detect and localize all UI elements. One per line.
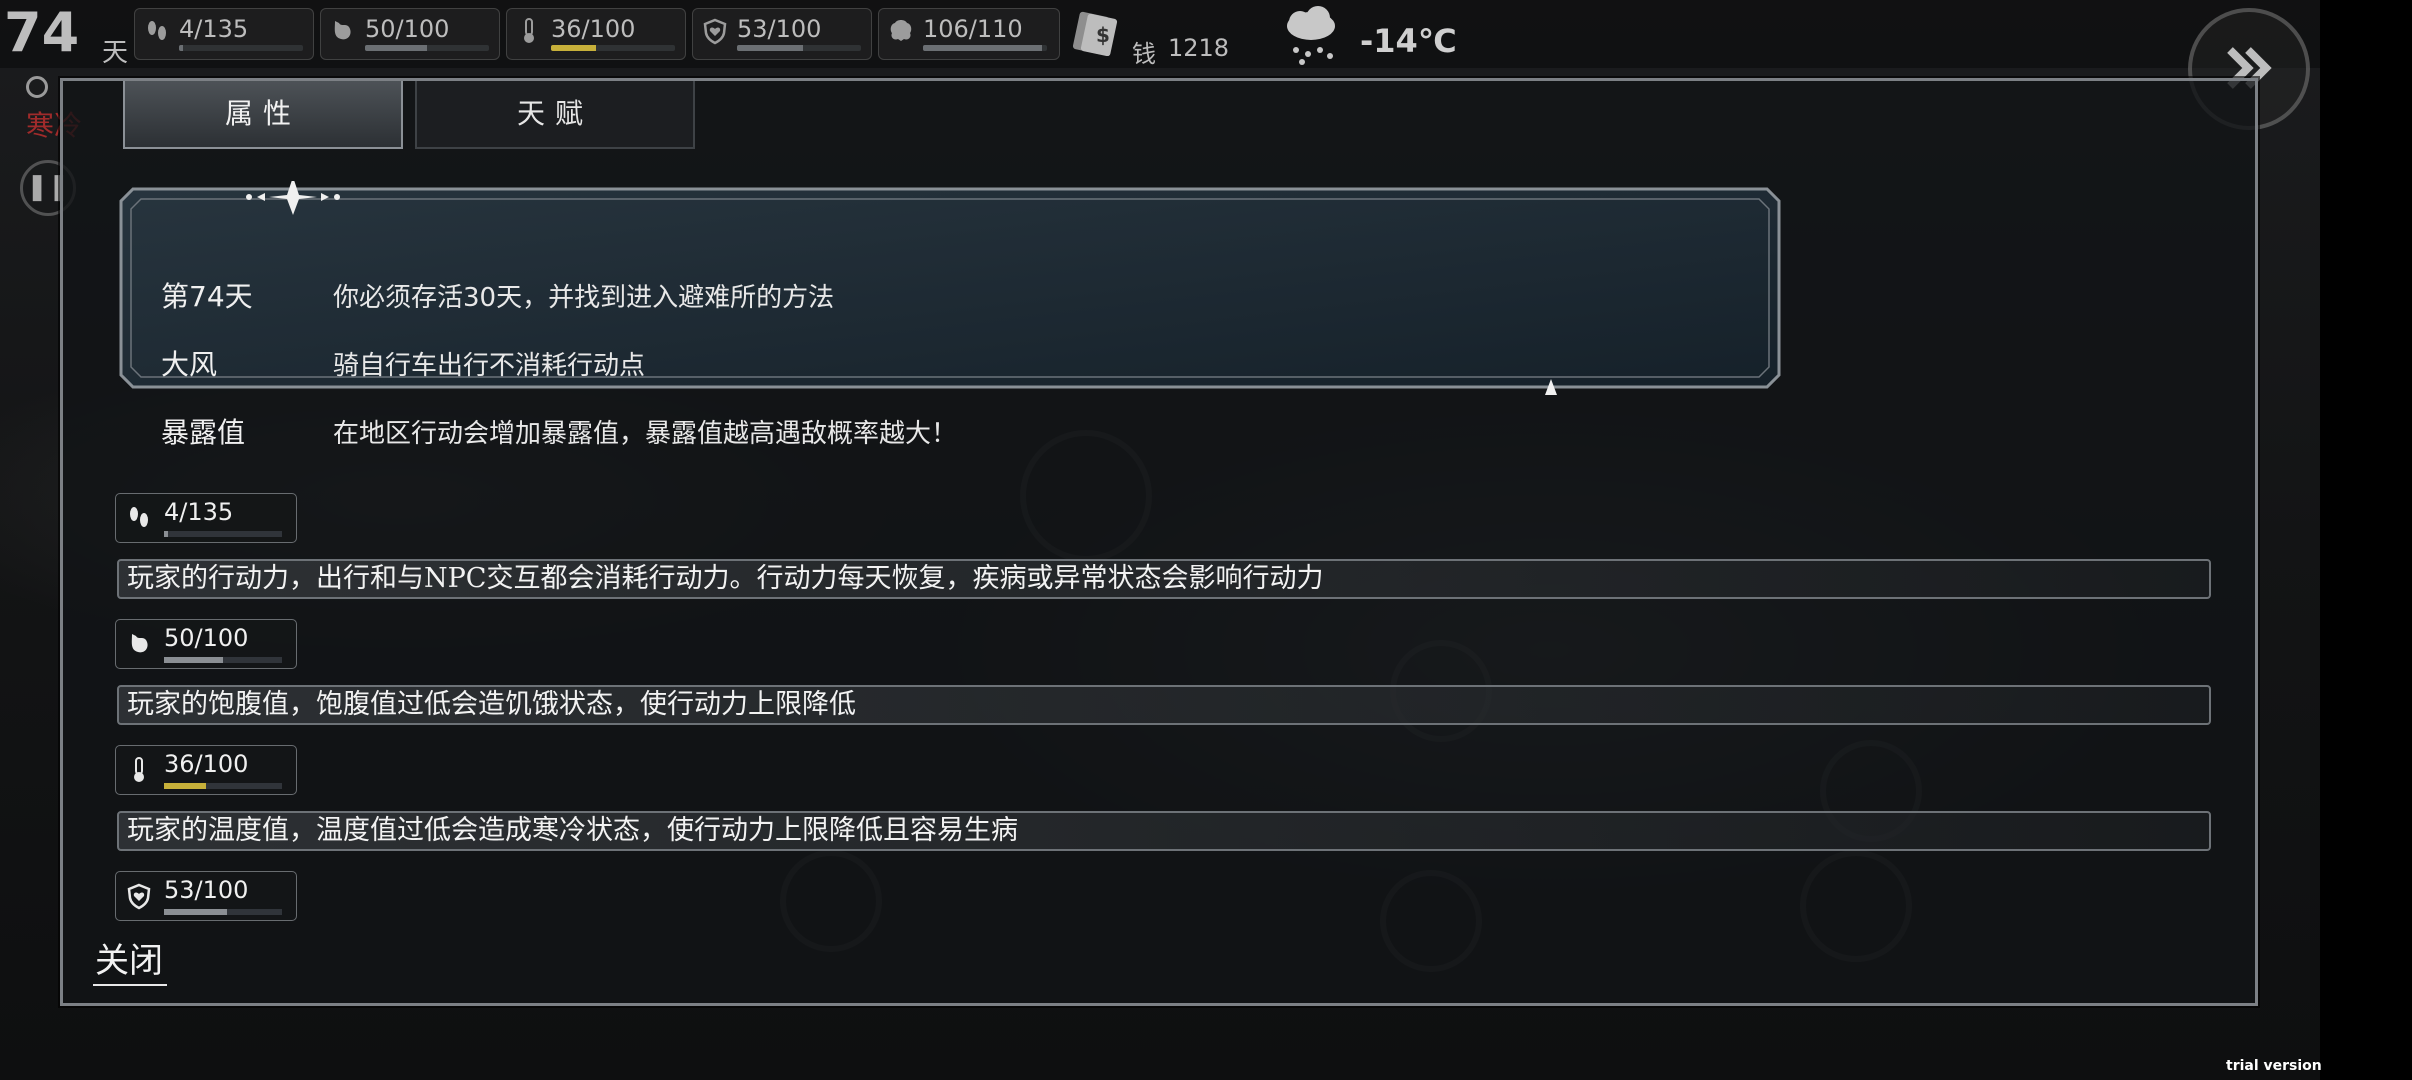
hud-stat-value: 53/100: [737, 15, 822, 43]
info-value: 在地区行动会增加暴露值，暴露值越高遇敌概率越大！: [333, 419, 958, 449]
stomach-icon: [334, 21, 351, 40]
snow-cloud-icon: [1287, 6, 1335, 65]
day-unit-label: 天: [102, 38, 129, 68]
attribute-value: 36/100: [164, 750, 249, 778]
info-key: 第74天: [161, 280, 253, 313]
attribute-bar-fill: [164, 909, 227, 915]
screen-edge: [2320, 0, 2412, 1080]
info-key: 暴露值: [161, 416, 246, 449]
hud-stat-bar: [923, 45, 1047, 51]
hud-stat-value: 50/100: [365, 15, 450, 43]
tab-attributes[interactable]: 属性: [123, 81, 403, 149]
svg-text:$: $: [1096, 23, 1110, 47]
day-info-panel: 第74天 你必须存活30天，并找到进入避难所的方法 大风 骑自行车出行不消耗行动点 …: [115, 181, 1785, 449]
info-row-day: 第74天 你必须存活30天，并找到进入避难所的方法: [161, 275, 834, 315]
hud-stat-hunger[interactable]: 50/100: [320, 8, 500, 60]
attribute-description-hunger: 玩家的饱腹值，饱腹值过低会造饥饿状态，使行动力上限降低: [117, 685, 2211, 725]
attribute-bar: [164, 531, 282, 537]
hud-stat-bar-fill: [923, 45, 1043, 51]
hud-stat-action[interactable]: 4/135: [134, 8, 314, 60]
attribute-description-temperature: 玩家的温度值，温度值过低会造成寒冷状态，使行动力上限降低且容易生病: [117, 811, 2211, 851]
status-radio[interactable]: [26, 76, 48, 98]
thermometer-icon: [524, 18, 534, 43]
attribute-chip-health: 53/100: [115, 871, 297, 921]
hud-stat-bar-fill: [365, 45, 427, 51]
money-label: 钱: [1132, 40, 1156, 68]
tab-talents[interactable]: 天赋: [415, 81, 695, 149]
attribute-bar-fill: [164, 783, 207, 789]
heart-shield-icon: [127, 883, 151, 910]
hud-stat-bar-fill: [737, 45, 803, 51]
hud-stat-value: 36/100: [551, 15, 636, 43]
hud-stat-bar-fill: [179, 45, 183, 51]
footprints-icon: [148, 21, 166, 40]
info-row-weather: 大风 骑自行车出行不消耗行动点: [161, 343, 645, 383]
info-key: 大风: [161, 348, 218, 381]
attribute-value: 50/100: [164, 624, 249, 652]
heart-shield-icon: [703, 18, 727, 45]
hud-stat-bar: [737, 45, 861, 51]
attribute-bar-fill: [164, 657, 223, 663]
hud-stat-value: 106/110: [923, 15, 1023, 43]
hud-stat-bar: [551, 45, 675, 51]
hud-stat-bar: [365, 45, 489, 51]
stomach-icon: [131, 634, 148, 653]
attribute-chip-hunger: 50/100: [115, 619, 297, 669]
attribute-bar: [164, 909, 282, 915]
hud-stat-temperature[interactable]: 36/100: [506, 8, 686, 60]
attribute-description-action: 玩家的行动力，出行和与NPC交互都会消耗行动力。行动力每天恢复，疾病或异常状态会…: [117, 559, 2211, 599]
attribute-bar: [164, 783, 282, 789]
top-hud: 74 天 4/135 50/100 36/100 53/100 106/110 …: [0, 0, 2320, 130]
hud-stat-value: 4/135: [179, 15, 249, 43]
close-button[interactable]: 关闭: [93, 933, 167, 986]
money-value: 1218: [1168, 34, 1230, 62]
hud-stat-bar: [179, 45, 303, 51]
attribute-value: 4/135: [164, 498, 234, 526]
info-value: 骑自行车出行不消耗行动点: [333, 351, 646, 381]
footprints-icon: [130, 507, 148, 527]
attribute-chip-action: 4/135: [115, 493, 297, 543]
hud-stat-sanity[interactable]: 106/110: [878, 8, 1060, 60]
trial-version-label: trial version: [2226, 1058, 2322, 1074]
brain-icon: [890, 20, 912, 41]
info-row-exposure: 暴露值 在地区行动会增加暴露值，暴露值越高遇敌概率越大！: [161, 411, 957, 451]
attribute-bar: [164, 657, 282, 663]
attribute-bar-fill: [164, 531, 168, 537]
info-value: 你必须存活30天，并找到进入避难所的方法: [333, 283, 835, 313]
hud-stat-bar-fill: [551, 45, 596, 51]
hud-stat-health[interactable]: 53/100: [692, 8, 872, 60]
attributes-dialog: 属性 天赋 第74天 你必须存活30天，并找到进入避难所的方法 大风 骑自行车出…: [60, 78, 2258, 1006]
attribute-value: 53/100: [164, 876, 249, 904]
attribute-chip-temperature: 36/100: [115, 745, 297, 795]
day-counter: 74: [4, 1, 80, 64]
cash-icon: $: [1072, 11, 1118, 56]
temperature-readout: -14℃: [1360, 22, 1457, 60]
thermometer-icon: [134, 757, 144, 782]
